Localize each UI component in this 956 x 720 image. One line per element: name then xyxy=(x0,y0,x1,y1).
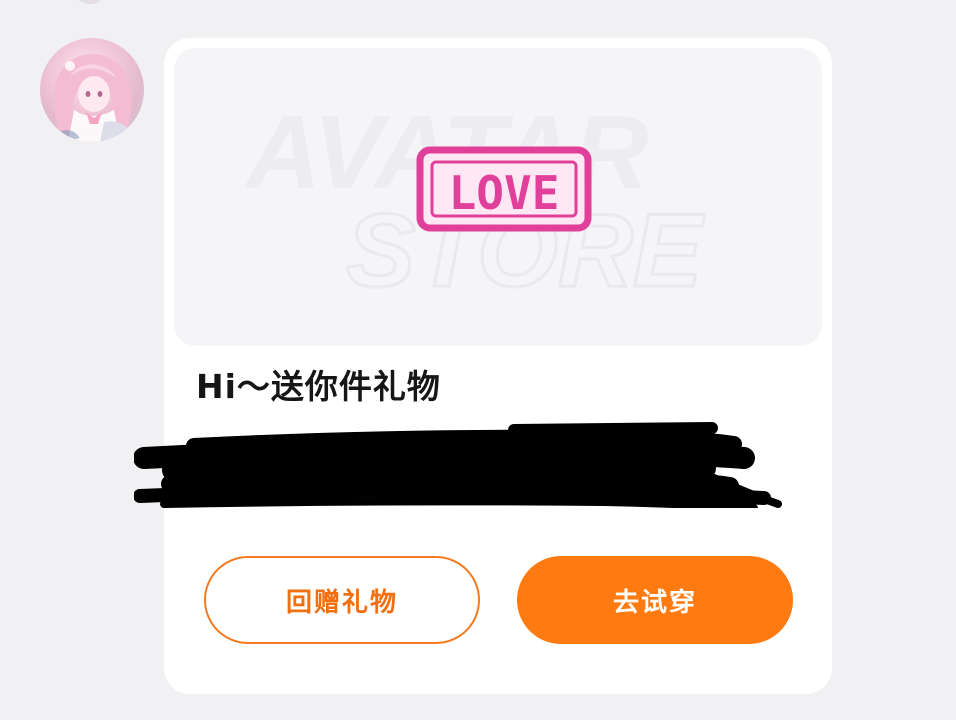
love-badge-text: LOVE xyxy=(449,166,560,220)
redaction-scribble xyxy=(134,418,814,508)
avatar[interactable] xyxy=(40,38,144,142)
anime-girl-avatar-icon xyxy=(53,54,134,142)
love-badge: LOVE xyxy=(416,146,592,232)
card-title: Hi～送你件礼物 xyxy=(196,367,441,406)
avatar-store-banner: AVATAR STORE LOVE xyxy=(174,48,822,346)
return-gift-button[interactable]: 回赠礼物 xyxy=(204,556,480,644)
previous-message-avatar-fragment xyxy=(78,0,102,4)
try-on-button[interactable]: 去试穿 xyxy=(517,556,793,644)
gift-message-card[interactable]: AVATAR STORE LOVE Hi～送你件礼物 xyxy=(134,38,832,694)
